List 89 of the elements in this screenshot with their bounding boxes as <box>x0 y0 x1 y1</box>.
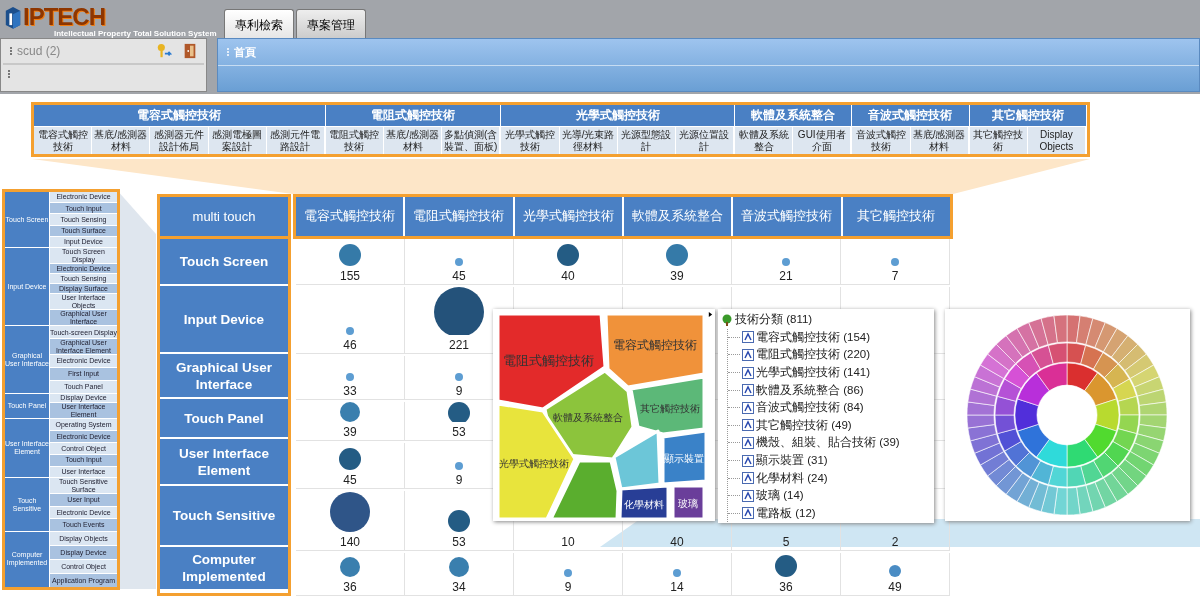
row-header: Input Device <box>160 286 288 352</box>
tagline: Intellectual Property Total Solution System <box>54 29 218 38</box>
cell-count: 36 <box>343 581 357 594</box>
category-header: 軟體及系統整合 <box>735 105 852 127</box>
subcategory-header: GUI使用者介面 <box>793 127 852 154</box>
column-header: 光學式觸控技術 <box>514 197 622 236</box>
cell-label: 玻璃 <box>678 498 698 509</box>
subcategory-header: 軟體及系統整合 <box>735 127 794 154</box>
subcategory-header: 光導/光束路徑材料 <box>559 127 618 154</box>
cell-count: 36 <box>779 581 793 594</box>
column-header: 電容式觸控技術 <box>296 197 404 236</box>
subcategory-header: 基底/感測器材料 <box>92 127 151 154</box>
subcategory-header: 感測電極圖案設計 <box>208 127 267 154</box>
cell-count: 39 <box>343 426 357 439</box>
subcategory-header: 光源型態設計 <box>617 127 676 154</box>
row-header: Touch Sensitive <box>160 486 288 545</box>
tree-node[interactable]: 機殼、組裝、貼合技術 (39) <box>756 435 900 451</box>
cell-count: 221 <box>449 339 469 352</box>
cell-count: 49 <box>888 581 902 594</box>
tree-node[interactable]: 技術分類 (811) <box>735 312 813 328</box>
row-header: User Interface Element <box>160 439 288 484</box>
cell-count: 39 <box>670 270 684 283</box>
tab[interactable]: 專案管理 <box>296 9 366 38</box>
cell-label: 顯示裝置 <box>664 453 704 464</box>
tree-node[interactable]: 光學式觸控技術 (141) <box>756 365 871 381</box>
row-header: Graphical User Interface <box>160 354 288 397</box>
tree-node[interactable]: 電路板 (12) <box>756 505 816 521</box>
tree-node[interactable]: 化學材料 (24) <box>756 470 828 486</box>
cell-label: 軟體及系統整合 <box>553 412 623 423</box>
tree-node[interactable]: 電阻式觸控技術 (220) <box>756 347 871 363</box>
category-header: 電阻式觸控技術 <box>325 105 501 127</box>
row-header: Computer Implemented <box>160 547 288 589</box>
row-header: Touch Screen <box>160 239 288 284</box>
category-header: 光學式觸控技術 <box>501 105 734 127</box>
subcategory-header: Display Objects <box>1027 127 1086 154</box>
cell-count: 2 <box>891 536 899 549</box>
user-name: scud (2) <box>17 44 62 58</box>
cell-count: 140 <box>340 536 360 549</box>
cell-label: 其它觸控技術 <box>640 403 700 414</box>
tree-node[interactable]: 音波式觸控技術 (84) <box>756 400 864 416</box>
cell-count: 9 <box>455 474 463 487</box>
cell-count: 33 <box>343 385 357 398</box>
cell-count: 21 <box>779 270 793 283</box>
tree-node[interactable]: 其它觸控技術 (49) <box>756 417 852 433</box>
subcategory-header: 電阻式觸控技術 <box>325 127 384 154</box>
cell-count: 45 <box>343 474 357 487</box>
subcategory-header: 其它觸控技術 <box>969 127 1028 154</box>
cell-count: 45 <box>452 270 466 283</box>
subcategory-header: 感測器元件設計佈局 <box>150 127 209 154</box>
cell-count: 10 <box>561 536 575 549</box>
subcategory-header: 光源位置設計 <box>675 127 734 154</box>
subcategory-header: 電容式觸控技術 <box>34 127 93 154</box>
cell-count: 46 <box>343 339 357 352</box>
cell-label: 電容式觸控技術 <box>613 338 697 352</box>
tree-node[interactable]: 軟體及系統整合 (86) <box>756 382 864 398</box>
tree-node[interactable]: 電容式觸控技術 (154) <box>756 329 871 345</box>
tree-node[interactable]: 玻璃 (14) <box>756 488 804 504</box>
cell-count: 40 <box>561 270 575 283</box>
column-header: 電阻式觸控技術 <box>405 197 513 236</box>
cell-count: 5 <box>782 536 790 549</box>
category-header: 其它觸控技術 <box>969 105 1086 127</box>
subcategory-header: 基底/感測器材料 <box>384 127 443 154</box>
cell-count: 40 <box>670 536 684 549</box>
cell-count: 53 <box>452 426 466 439</box>
cell-label: 化學材料 <box>624 499 664 510</box>
category-header: 電容式觸控技術 <box>34 105 325 127</box>
tree-node[interactable]: 顯示裝置 (31) <box>756 453 828 469</box>
cell-count: 14 <box>670 581 684 594</box>
subcategory-header: 光學式觸控技術 <box>501 127 560 154</box>
cell-count: 7 <box>891 270 899 283</box>
category-header: 音波式觸控技術 <box>852 105 969 127</box>
subcategory-header: 音波式觸控技術 <box>852 127 911 154</box>
logo-text: IPTECH <box>23 5 105 29</box>
cell-label: 光學式觸控技術 <box>499 458 569 469</box>
cell-count: 34 <box>452 581 466 594</box>
cell-count: 9 <box>455 385 463 398</box>
cell-count: 53 <box>452 536 466 549</box>
tab[interactable]: 專利檢索 <box>224 9 294 38</box>
cell-count: 9 <box>564 581 572 594</box>
column-header: 音波式觸控技術 <box>733 197 841 236</box>
subcategory-header: 基底/感測器材料 <box>910 127 969 154</box>
column-header: 其它觸控技術 <box>842 197 950 236</box>
corner-header: multi touch <box>160 197 288 236</box>
subcategory-header: 感測元件電路設計 <box>266 127 325 154</box>
subcategory-header: 多點偵測(含裝置、面板) <box>442 127 501 154</box>
cell-label: 電阻式觸控技術 <box>502 353 594 368</box>
column-header: 軟體及系統整合 <box>624 197 732 236</box>
row-header: Touch Panel <box>160 399 288 437</box>
cell-count: 155 <box>340 270 360 283</box>
